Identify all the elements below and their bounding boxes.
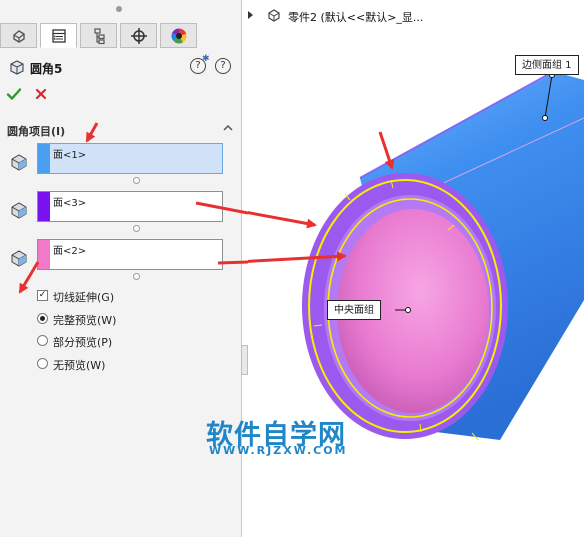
- feature-manager-icon: [12, 29, 25, 43]
- partial-preview-radio[interactable]: [37, 335, 48, 346]
- resize-grip-icon[interactable]: [133, 177, 140, 184]
- tab-configuration-manager[interactable]: [80, 23, 117, 48]
- section-title: 圆角项目(I): [7, 125, 66, 138]
- side-face-set-callout[interactable]: 边侧面组 1: [515, 55, 579, 75]
- panel-grip-icon[interactable]: [116, 6, 122, 12]
- property-manager-icon: [51, 28, 66, 43]
- expand-arrow-icon[interactable]: [248, 11, 253, 19]
- property-manager-panel: 圆角5 ? ✱ ? 圆角项目(I) 面<1> 面<3> 面<2> ✓ 切线延伸(…: [0, 0, 242, 537]
- detailed-preview-icon[interactable]: ? ✱: [190, 54, 210, 74]
- configuration-manager-icon: [93, 27, 105, 44]
- appearance-icon: [170, 27, 186, 43]
- selection-item[interactable]: 面<2>: [53, 242, 86, 257]
- dimxpert-icon: [130, 27, 147, 44]
- help-glyph: ?: [220, 60, 226, 71]
- property-manager-title: 圆角5: [30, 62, 63, 76]
- fillet-feature-icon: [10, 60, 24, 75]
- face-selection-icon: [11, 250, 27, 267]
- property-manager-header: 圆角5 ? ✱ ?: [0, 54, 242, 80]
- ok-check-icon[interactable]: [6, 86, 22, 102]
- resize-grip-icon[interactable]: [133, 225, 140, 232]
- watermark-url: WWW.RJZXW.COM: [209, 444, 348, 457]
- selection-row-face-1: 面<1>: [0, 143, 242, 184]
- tab-display-manager[interactable]: [160, 23, 197, 48]
- tangent-propagation-label: 切线延伸(G): [53, 291, 115, 304]
- full-preview-radio[interactable]: [37, 313, 48, 324]
- face-color-swatch: [38, 192, 50, 221]
- help-icon[interactable]: ?: [215, 58, 231, 74]
- resize-grip-icon[interactable]: [133, 273, 140, 280]
- center-callout-anchor: [405, 307, 411, 313]
- face-color-swatch: [38, 144, 50, 173]
- center-face-set-callout[interactable]: 中央面组: [327, 300, 381, 320]
- selection-box-face-1[interactable]: 面<1>: [37, 143, 223, 174]
- face-selection-icon: [11, 202, 27, 219]
- tab-feature-manager[interactable]: [0, 23, 37, 48]
- selection-box-face-2[interactable]: 面<2>: [37, 239, 223, 270]
- chevron-up-icon[interactable]: [222, 122, 234, 134]
- full-preview-label: 完整预览(W): [53, 314, 117, 327]
- cancel-x-icon[interactable]: [33, 86, 49, 102]
- no-preview-label: 无预览(W): [53, 359, 106, 372]
- arrow-to-fillet-ring: [248, 211, 317, 229]
- fillet-items-section-header[interactable]: 圆角项目(I): [0, 121, 242, 138]
- face-color-swatch: [38, 240, 50, 269]
- tab-dimxpert-manager[interactable]: [120, 23, 157, 48]
- selection-row-face-2: 面<2>: [0, 239, 242, 280]
- splitter-handle[interactable]: [241, 345, 248, 375]
- part-icon: [268, 9, 280, 22]
- partial-preview-label: 部分预览(P): [53, 336, 113, 349]
- preview-star-icon: ✱: [202, 54, 210, 64]
- tab-property-manager[interactable]: [40, 23, 77, 48]
- selection-row-face-3: 面<3>: [0, 191, 242, 232]
- manager-tabs: [0, 23, 242, 49]
- part-name: 零件2 (默认<<默认>_显...: [288, 11, 424, 24]
- help-glyph: ?: [195, 60, 201, 71]
- side-callout-anchor: [542, 115, 548, 121]
- face-selection-icon: [11, 154, 27, 171]
- selection-box-face-3[interactable]: 面<3>: [37, 191, 223, 222]
- tangent-propagation-checkbox[interactable]: ✓: [37, 290, 48, 301]
- selection-item[interactable]: 面<3>: [53, 194, 86, 209]
- selection-item[interactable]: 面<1>: [53, 146, 86, 161]
- no-preview-radio[interactable]: [37, 358, 48, 369]
